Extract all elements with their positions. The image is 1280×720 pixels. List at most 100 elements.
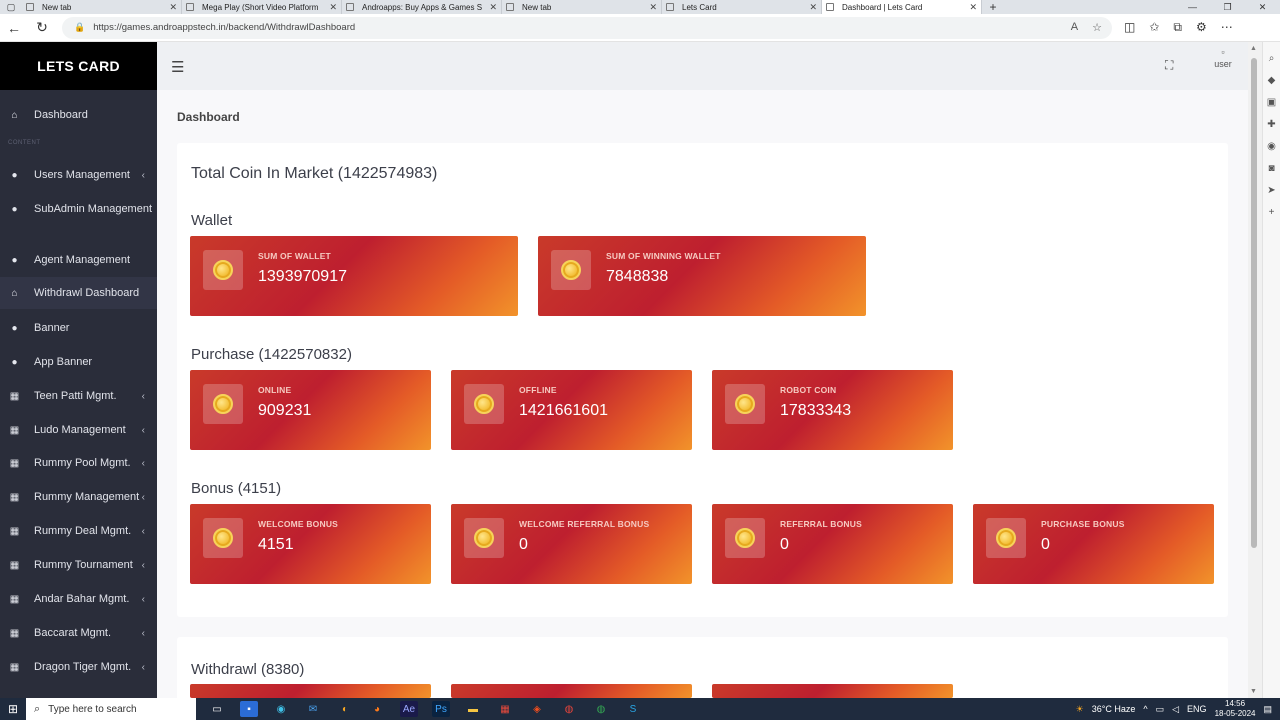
mail-icon[interactable]: ✉ [304,701,322,717]
photoshop-icon[interactable]: Ps [432,701,450,717]
wallet-heading: Wallet [191,212,233,229]
close-tab-icon[interactable]: ✕ [809,2,817,13]
stat-card-sum-of-winning-wallet: SUM OF WINNING WALLET 7848838 [538,236,866,316]
skype-icon[interactable]: S [624,701,642,717]
refresh-icon[interactable]: ↻ [28,19,56,36]
sidebar-item-agent-management[interactable]: ● Agent Management [0,249,157,271]
search-icon[interactable]: ⌕ [1263,53,1280,64]
browser-tab[interactable]: Androapps: Buy Apps & Games S ✕ [342,0,502,14]
games-icon[interactable]: ✚ [1263,119,1280,130]
tray-arrow-icon[interactable]: ^ [1143,704,1147,714]
close-window-icon[interactable]: ✕ [1245,0,1280,14]
brand-logo[interactable]: LETS CARD [0,42,157,90]
sidebar-item-teen-patti[interactable]: ▦ Teen Patti Mgmt. ‹ [0,385,157,407]
sidebar-item-rummy-tournament[interactable]: ▦ Rummy Tournament ‹ [0,554,157,576]
more-menu-icon[interactable]: ⋯ [1221,20,1233,35]
taskbar-search[interactable]: ⌕ Type here to search [26,698,196,720]
split-screen-icon[interactable]: ◫ [1124,20,1135,35]
add-icon[interactable]: + [1263,207,1280,218]
sidebar-item-withdrawl-dashboard[interactable]: ⌂ Withdrawl Dashboard [0,277,157,309]
task-view-icon[interactable]: ▭ [208,701,226,717]
toolbox-icon[interactable]: ▣ [1263,97,1280,108]
user-icon: ● [11,254,18,266]
browser-tab[interactable]: Lets Card ✕ [662,0,822,14]
browser-tab[interactable]: New tab ✕ [22,0,182,14]
grid-icon: ▦ [9,390,20,402]
read-aloud-icon[interactable]: A [1071,21,1078,34]
hamburger-menu-icon[interactable]: ☰ [171,58,184,76]
new-tab-button[interactable]: + [982,0,1004,14]
stat-card-purchase-bonus: PURCHASE BONUS 0 [973,504,1214,584]
app-icon[interactable]: ◐ [336,701,354,717]
stat-card-partial [712,684,953,698]
figma-icon[interactable]: ◈ [528,701,546,717]
search-icon: ⌕ [34,702,41,715]
favorites-icon[interactable]: ✩ [1149,20,1159,35]
sidebar-item-baccarat[interactable]: ▦ Baccarat Mgmt. ‹ [0,622,157,644]
send-icon[interactable]: ➤ [1263,185,1280,196]
notification-icon[interactable]: ▤ [1263,704,1272,715]
scrollbar-thumb[interactable] [1251,58,1257,548]
section-label: CONTENT [8,140,41,146]
favorite-star-icon[interactable]: ☆ [1092,21,1102,34]
user-icon: ● [11,356,18,368]
tab-favicon [826,3,834,11]
close-tab-icon[interactable]: ✕ [649,2,657,13]
edge-icon[interactable]: ◉ [272,701,290,717]
collections-icon[interactable]: ⧉ [1173,20,1182,35]
coin-icon [986,518,1026,558]
volume-icon[interactable]: ◁ [1172,704,1179,715]
after-effects-icon[interactable]: Ae [400,701,418,717]
maximize-icon[interactable]: ❐ [1210,0,1245,14]
file-explorer-icon[interactable]: ▬ [464,701,482,717]
sidebar-item-subadmin-management[interactable]: ● SubAdmin Management [0,200,157,219]
sidebar-item-ludo[interactable]: ▦ Ludo Management ‹ [0,419,157,441]
outlook-icon[interactable]: ◙ [1263,163,1280,174]
chrome-icon[interactable]: ◍ [560,701,578,717]
close-tab-icon[interactable]: ✕ [329,2,337,13]
store-icon[interactable]: ▪ [240,701,258,717]
extensions-icon[interactable]: ⚙ [1196,20,1207,35]
sidebar-item-rummy-management[interactable]: ▦ Rummy Management ‹ [0,486,157,508]
browser-tab[interactable]: Mega Play (Short Video Platform ✕ [182,0,342,14]
grid-icon: ▦ [9,559,20,571]
back-icon[interactable]: ← [0,20,28,36]
network-icon[interactable]: ▭ [1156,704,1165,715]
browser-tab[interactable]: New tab ✕ [502,0,662,14]
page-scrollbar[interactable]: ▲ ▼ [1248,42,1262,698]
clock[interactable]: 14:56 18-05-2024 [1215,699,1256,719]
sidebar-item-app-banner[interactable]: ● App Banner [0,351,157,373]
tag-icon[interactable]: ◆ [1263,75,1280,86]
minimize-icon[interactable]: — [1175,0,1210,14]
sidebar: LETS CARD ⌂ Dashboard CONTENT ● Users Ma… [0,42,157,698]
tab-actions-icon[interactable]: ▢ [0,0,22,14]
fullscreen-icon[interactable]: ⛶ [1165,58,1173,73]
close-tab-icon[interactable]: ✕ [489,2,497,13]
sidebar-item-banner[interactable]: ● Banner [0,317,157,339]
grid-icon: ▦ [9,525,20,537]
sidebar-item-dragon-tiger[interactable]: ▦ Dragon Tiger Mgmt. ‹ [0,656,157,678]
chevron-left-icon: ‹ [141,457,145,469]
close-tab-icon[interactable]: ✕ [969,2,977,13]
close-tab-icon[interactable]: ✕ [169,2,177,13]
sidebar-item-rummy-pool[interactable]: ▦ Rummy Pool Mgmt. ‹ [0,452,157,474]
lock-icon[interactable]: 🔒 [74,22,85,33]
sidebar-item-dashboard[interactable]: ⌂ Dashboard [0,104,157,126]
grid-icon: ▦ [9,627,20,639]
user-avatar[interactable]: ▫ user [1203,46,1243,70]
firefox-icon[interactable]: ◕ [368,701,386,717]
sidebar-item-andar-bahar[interactable]: ▦ Andar Bahar Mgmt. ‹ [0,588,157,610]
browser-tab-active[interactable]: Dashboard | Lets Card ✕ [822,0,982,14]
weather-icon[interactable]: ☀ [1076,704,1084,715]
sidebar-item-users-management[interactable]: ● Users Management ‹ [0,164,157,186]
sidebar-item-rummy-deal[interactable]: ▦ Rummy Deal Mgmt. ‹ [0,520,157,542]
app-icon[interactable]: ▦ [496,701,514,717]
chrome-icon[interactable]: ◍ [592,701,610,717]
windows-start-icon[interactable]: ⊞ [0,702,26,716]
url-field[interactable]: 🔒 https://games.androappstech.in/backend… [62,16,1112,39]
scroll-down-icon[interactable]: ▼ [1250,688,1257,695]
chevron-left-icon: ‹ [141,525,145,537]
scroll-up-icon[interactable]: ▲ [1250,45,1257,52]
grid-icon: ▦ [9,491,20,503]
copilot-icon[interactable]: ◉ [1263,141,1280,152]
